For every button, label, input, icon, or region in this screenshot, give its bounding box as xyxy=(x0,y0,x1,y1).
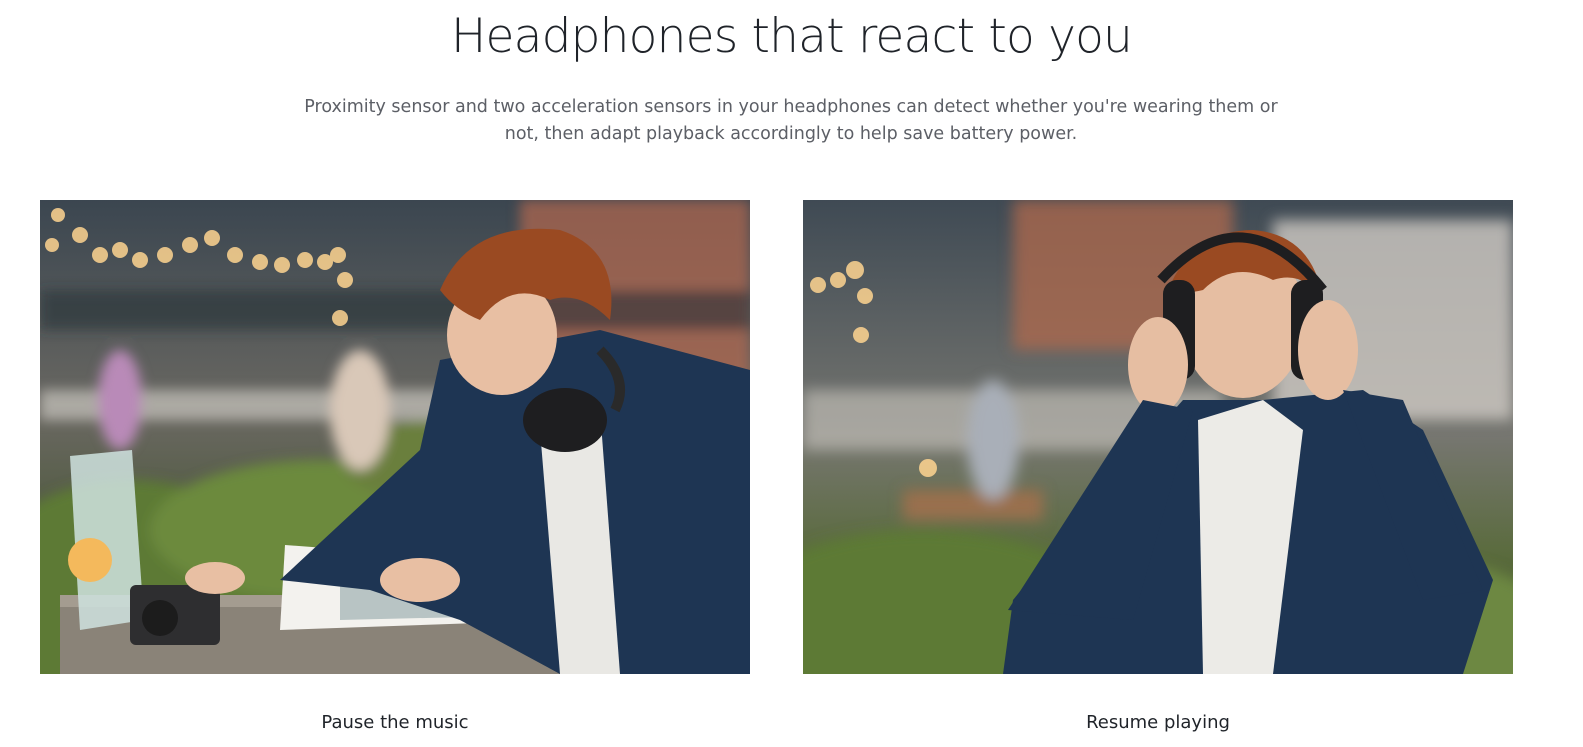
pause-music-caption: Pause the music xyxy=(321,712,469,733)
feature-card-resume: Resume playing xyxy=(803,200,1513,733)
pause-music-photo xyxy=(40,200,750,674)
section-headline: Headphones that react to you xyxy=(450,9,1133,64)
section-description: Proximity sensor and two acceleration se… xyxy=(304,97,1278,144)
resume-playing-photo xyxy=(803,200,1513,674)
feature-section: Headphones that react to you Proximity s… xyxy=(0,0,1583,747)
feature-card-pause: Pause the music xyxy=(40,200,750,733)
resume-playing-caption: Resume playing xyxy=(1086,712,1230,733)
